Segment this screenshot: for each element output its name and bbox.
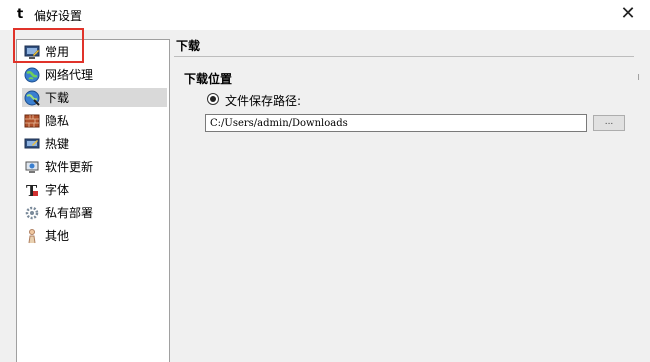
window-title: 偏好设置 (34, 9, 83, 23)
sidebar-item-private-deploy[interactable]: 私有部署 (22, 203, 167, 222)
person-icon (28, 228, 36, 243)
gear-icon (25, 206, 39, 219)
sidebar-item-privacy[interactable]: 隐私 (22, 111, 167, 130)
sidebar-item-label: 软件更新 (45, 160, 94, 174)
close-icon: ✕ (620, 3, 636, 24)
globe-icon (24, 67, 40, 82)
sidebar-item-download[interactable]: 下载 (22, 88, 167, 107)
close-button[interactable]: ✕ (614, 3, 642, 25)
sidebar-item-label: 其他 (45, 229, 70, 243)
sidebar-item-label: 热键 (45, 137, 70, 151)
highlight-annotation-box (13, 28, 84, 63)
sidebar-item-font[interactable]: T 字体 (22, 180, 167, 199)
keyboard-icon (24, 138, 40, 148)
app-icon: t (17, 7, 24, 22)
download-globe-icon (24, 90, 40, 106)
sidebar: 常用 网络代理 下载 隐私 热键 软件更新 T 字体 私有部署 其他 (16, 39, 170, 362)
font-icon: T (26, 182, 38, 198)
dialog-body: 常用 网络代理 下载 隐私 热键 软件更新 T 字体 私有部署 其他 (0, 30, 650, 362)
save-path-radio-label: 文件保存路径: (225, 94, 302, 108)
section-title-download-location: 下载位置 (184, 72, 233, 86)
brick-wall-icon (24, 114, 40, 127)
sidebar-item-other[interactable]: 其他 (22, 226, 167, 245)
sidebar-item-label: 隐私 (45, 114, 70, 128)
browse-button[interactable]: ... (593, 115, 625, 131)
panel-title: 下载 (176, 39, 201, 53)
sidebar-item-software-update[interactable]: 软件更新 (22, 157, 167, 176)
sidebar-item-label: 网络代理 (45, 68, 94, 82)
scroll-marker: ı (637, 70, 641, 83)
sidebar-item-label: 私有部署 (45, 206, 94, 220)
title-bar: t 偏好设置 ✕ (0, 0, 650, 30)
sidebar-item-label: 字体 (45, 183, 70, 197)
download-path-input[interactable] (205, 114, 587, 132)
sidebar-item-hotkeys[interactable]: 热键 (22, 134, 167, 153)
sidebar-item-network-proxy[interactable]: 网络代理 (22, 65, 167, 84)
save-path-radio[interactable] (207, 93, 219, 105)
update-icon (25, 161, 39, 173)
sidebar-item-label: 下载 (45, 91, 70, 105)
panel-divider (174, 56, 634, 57)
